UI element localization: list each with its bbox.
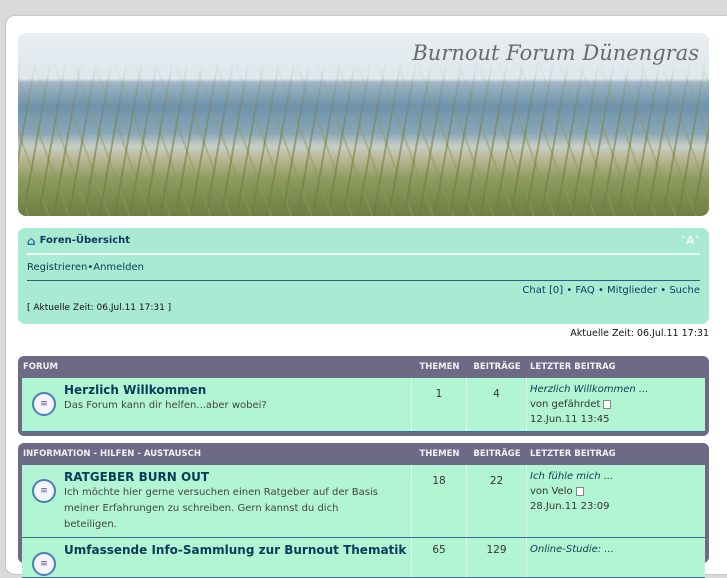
members-link[interactable]: Mitglieder — [607, 285, 657, 296]
home-icon: ⌂ — [27, 233, 36, 248]
forum-index-link[interactable]: Foren-Übersicht — [40, 235, 130, 246]
col-last-post: LETZTER BEITRAG — [530, 362, 616, 372]
last-post-link[interactable]: Herzlich Willkommen ... — [530, 382, 702, 397]
separator: • — [657, 285, 670, 296]
col-posts: BEITRÄGE — [473, 449, 521, 459]
current-time-box: [ Aktuelle Zeit: 06.Jul.11 17:31 ] — [27, 303, 172, 313]
col-topics: THEMEN — [419, 362, 460, 372]
post-count: 4 — [467, 378, 527, 431]
forum-title-link[interactable]: RATGEBER BURN OUT — [64, 469, 394, 485]
topic-count: 65 — [412, 538, 467, 577]
forum-description: Das Forum kann dir helfen...aber wobei? — [64, 400, 267, 411]
current-time: Aktuelle Zeit: 06.Jul.11 17:31 — [570, 328, 709, 339]
view-post-icon[interactable] — [575, 486, 584, 496]
col-posts: BEITRÄGE — [473, 362, 521, 372]
separator: • — [563, 285, 576, 296]
category-title[interactable]: INFORMATION - HILFEN - AUSTAUSCH — [22, 449, 412, 459]
chat-link[interactable]: Chat [0] — [522, 285, 563, 296]
forum-read-icon: ≡ — [32, 552, 56, 576]
forum-title-link[interactable]: Herzlich Willkommen — [64, 382, 267, 398]
forum-title-link[interactable]: Umfassende Info-Sammlung zur Burnout The… — [64, 542, 406, 558]
forum-row: ≡ RATGEBER BURN OUT Ich möchte hier gerne … — [22, 465, 705, 538]
forum-read-icon: ≡ — [32, 392, 56, 416]
topic-count: 1 — [412, 378, 467, 431]
category-forum: FORUM THEMEN BEITRÄGE LETZTER BEITRAG ≡ Herz… — [18, 356, 709, 436]
last-post-date: 28.Jun.11 23:09 — [530, 501, 610, 512]
login-link[interactable]: Anmelden — [93, 262, 144, 273]
register-link[interactable]: Registrieren — [27, 262, 87, 273]
topic-count: 18 — [412, 465, 467, 537]
last-post-author[interactable]: von gefährdet — [530, 399, 600, 410]
site-title: Burnout Forum Dünengras — [412, 41, 699, 65]
view-post-icon[interactable] — [603, 399, 612, 409]
col-topics: THEMEN — [419, 449, 460, 459]
navbar: ⌂ Foren-Übersicht ˅A˄ Registrieren • Anm… — [18, 228, 709, 324]
search-link[interactable]: Suche — [669, 285, 700, 296]
forum-description: Ich möchte hier gerne versuchen einen Ra… — [64, 487, 378, 530]
last-post-author[interactable]: von Velo — [530, 486, 573, 497]
last-post-link[interactable]: Online-Studie: ... — [530, 542, 702, 557]
category-title[interactable]: FORUM — [22, 362, 412, 372]
font-size-toggle[interactable]: ˅A˄ — [680, 234, 700, 247]
forum-read-icon: ≡ — [32, 479, 56, 503]
header-banner[interactable]: Burnout Forum Dünengras — [18, 33, 709, 216]
forum-row: ≡ Herzlich Willkommen Das Forum kann dir h… — [22, 378, 705, 432]
separator: • — [594, 285, 608, 296]
last-post-date: 12.Jun.11 13:45 — [530, 414, 610, 425]
post-count: 22 — [467, 465, 527, 537]
forum-row: ≡ Umfassende Info-Sammlung zur Burnout Th… — [22, 538, 705, 578]
faq-link[interactable]: FAQ — [575, 285, 594, 296]
category-information: INFORMATION - HILFEN - AUSTAUSCH THEMEN BE… — [18, 443, 709, 578]
col-last-post: LETZTER BEITRAG — [530, 449, 616, 459]
post-count: 129 — [467, 538, 527, 577]
last-post-link[interactable]: Ich fühle mich ... — [530, 469, 702, 484]
